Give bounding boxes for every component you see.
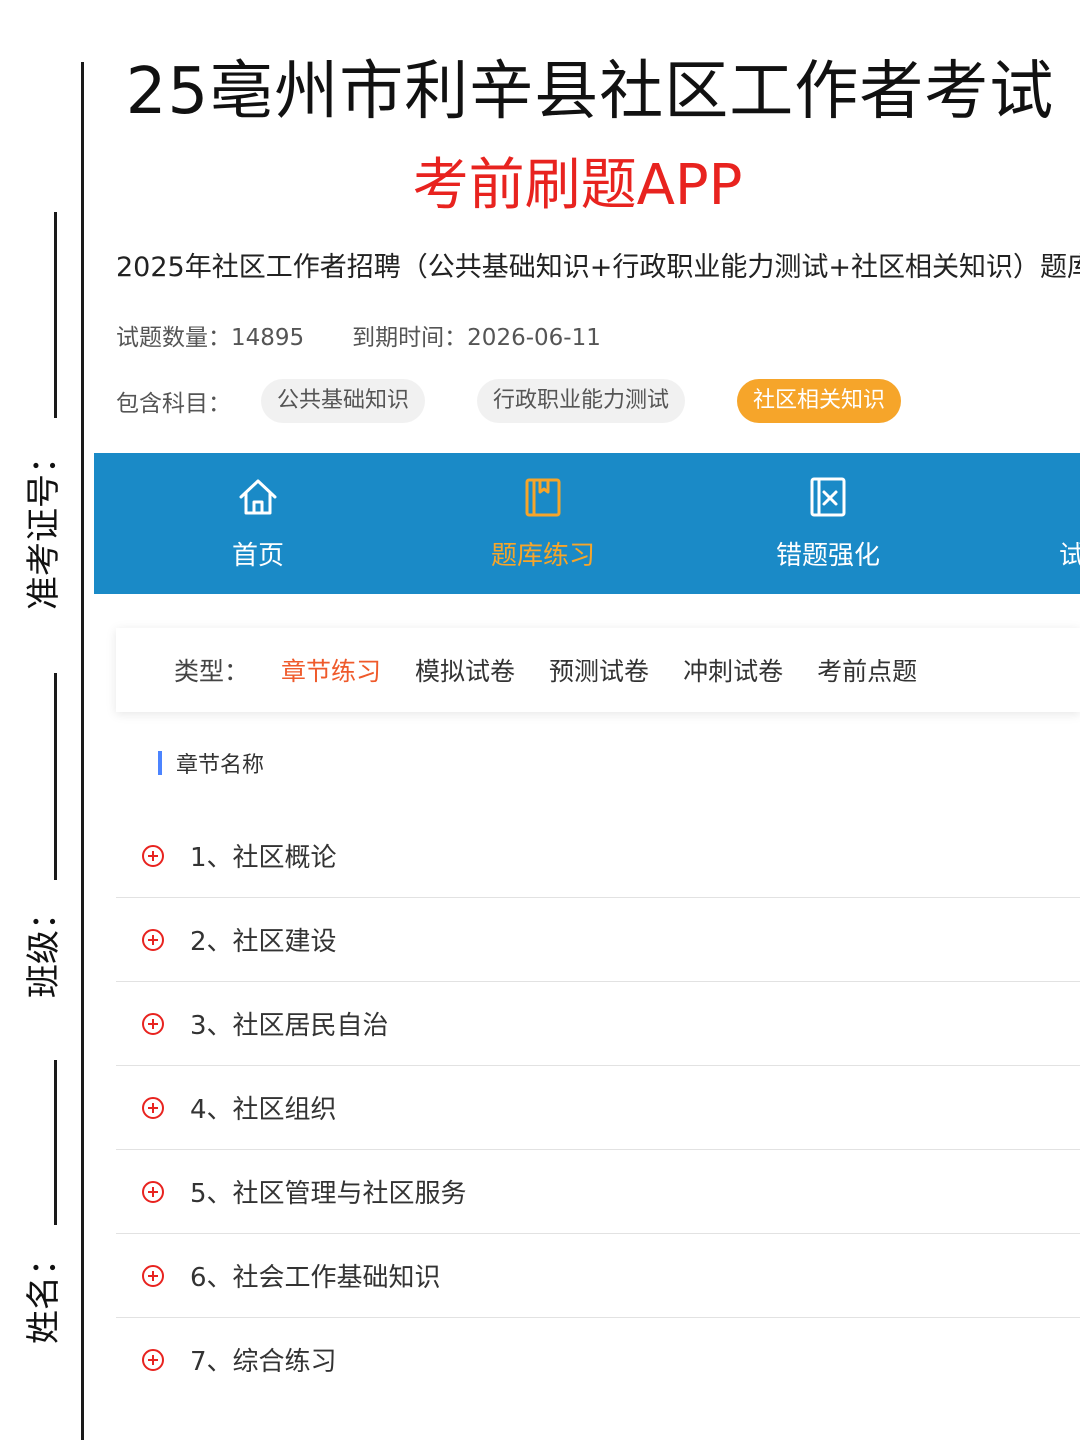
type-filter-bar: 类型： 章节练习 模拟试卷 预测试卷 冲刺试卷 考前点题: [116, 628, 1080, 712]
chapter-item[interactable]: 6、社会工作基础知识: [116, 1234, 1080, 1318]
expand-plus-icon[interactable]: [142, 1348, 164, 1371]
chapter-name: 2、社区建设: [190, 927, 337, 957]
chapter-name: 7、综合练习: [190, 1347, 337, 1377]
exam-number-label: 准考证号：: [23, 440, 64, 610]
subject-pill-admin[interactable]: 行政职业能力测试: [477, 379, 686, 423]
type-key-points[interactable]: 考前点题: [817, 652, 917, 688]
chapter-item[interactable]: 5、社区管理与社区服务: [116, 1150, 1080, 1234]
chapter-name: 1、社区概论: [190, 843, 337, 873]
chapter-item[interactable]: 4、社区组织: [116, 1066, 1080, 1150]
subject-pill-community[interactable]: 社区相关知识: [737, 379, 902, 423]
type-forecast-exam[interactable]: 预测试卷: [549, 652, 649, 688]
chapter-section-header: 章节名称: [158, 750, 265, 778]
class-fill-line: [54, 673, 57, 880]
margin-divider: [81, 62, 84, 1440]
nav-question-bank[interactable]: 题库练习: [443, 453, 643, 594]
chapter-list: 1、社区概论 2、社区建设 3、社区居民自治 4、社区组织 5、社区管理与社区服…: [116, 814, 1080, 1401]
chapter-name: 3、社区居民自治: [190, 1011, 389, 1041]
nav-home[interactable]: 首页: [158, 453, 358, 594]
type-chapter-practice[interactable]: 章节练习: [281, 652, 381, 688]
expire-value: 2026-06-11: [467, 325, 601, 351]
name-fill-line: [54, 1060, 57, 1225]
page-title: 25亳州市利辛县社区工作者考试: [125, 55, 1055, 129]
nav-wrong-questions-label: 错题强化: [775, 541, 880, 571]
class-label: 班级：: [23, 896, 64, 998]
count-value: 14895: [231, 325, 305, 351]
error-book-icon: [810, 477, 846, 517]
expand-plus-icon[interactable]: [142, 844, 164, 867]
chapter-name: 6、社会工作基础知识: [190, 1263, 441, 1293]
type-label: 类型：: [174, 657, 250, 686]
expand-plus-icon[interactable]: [142, 1264, 164, 1287]
nav-wrong-questions[interactable]: 错题强化: [728, 453, 928, 594]
chapter-item[interactable]: 2、社区建设: [116, 898, 1080, 982]
chapter-section-title: 章节名称: [176, 753, 265, 778]
subjects-row: 包含科目： 公共基础知识 行政职业能力测试 社区相关知识: [116, 378, 953, 424]
page-subtitle: 考前刷题APP: [412, 153, 743, 218]
chapter-name: 4、社区组织: [190, 1095, 337, 1125]
name-label: 姓名：: [23, 1242, 64, 1344]
main-nav: 首页 题库练习 错题强化 试: [94, 453, 1080, 594]
count-label: 试题数量：: [116, 325, 231, 351]
bank-meta: 试题数量：14895 到期时间：2026-06-11: [116, 318, 601, 352]
exam-number-fill-line: [54, 212, 57, 418]
home-icon: [239, 479, 277, 515]
chapter-item[interactable]: 3、社区居民自治: [116, 982, 1080, 1066]
chapter-name: 5、社区管理与社区服务: [190, 1179, 467, 1209]
nav-question-bank-label: 题库练习: [490, 541, 595, 571]
chapter-item[interactable]: 1、社区概论: [116, 814, 1080, 898]
subjects-label: 包含科目：: [116, 391, 231, 417]
nav-partial-item[interactable]: 试: [1013, 453, 1080, 594]
expand-plus-icon[interactable]: [142, 1096, 164, 1119]
book-icon: [525, 478, 561, 517]
type-mock-exam[interactable]: 模拟试卷: [415, 652, 515, 688]
question-bank-title: 2025年社区工作者招聘（公共基础知识+行政职业能力测试+社区相关知识）题库: [116, 252, 1080, 283]
section-accent-bar: [158, 751, 162, 775]
chapter-item[interactable]: 7、综合练习: [116, 1318, 1080, 1401]
expand-plus-icon[interactable]: [142, 1012, 164, 1035]
nav-partial-item-label: 试: [1059, 541, 1080, 571]
nav-home-label: 首页: [231, 541, 284, 571]
expand-plus-icon[interactable]: [142, 928, 164, 951]
expand-plus-icon[interactable]: [142, 1180, 164, 1203]
expire-label: 到期时间：: [352, 325, 468, 351]
type-sprint-exam[interactable]: 冲刺试卷: [683, 652, 783, 688]
subject-pill-public[interactable]: 公共基础知识: [261, 379, 426, 423]
